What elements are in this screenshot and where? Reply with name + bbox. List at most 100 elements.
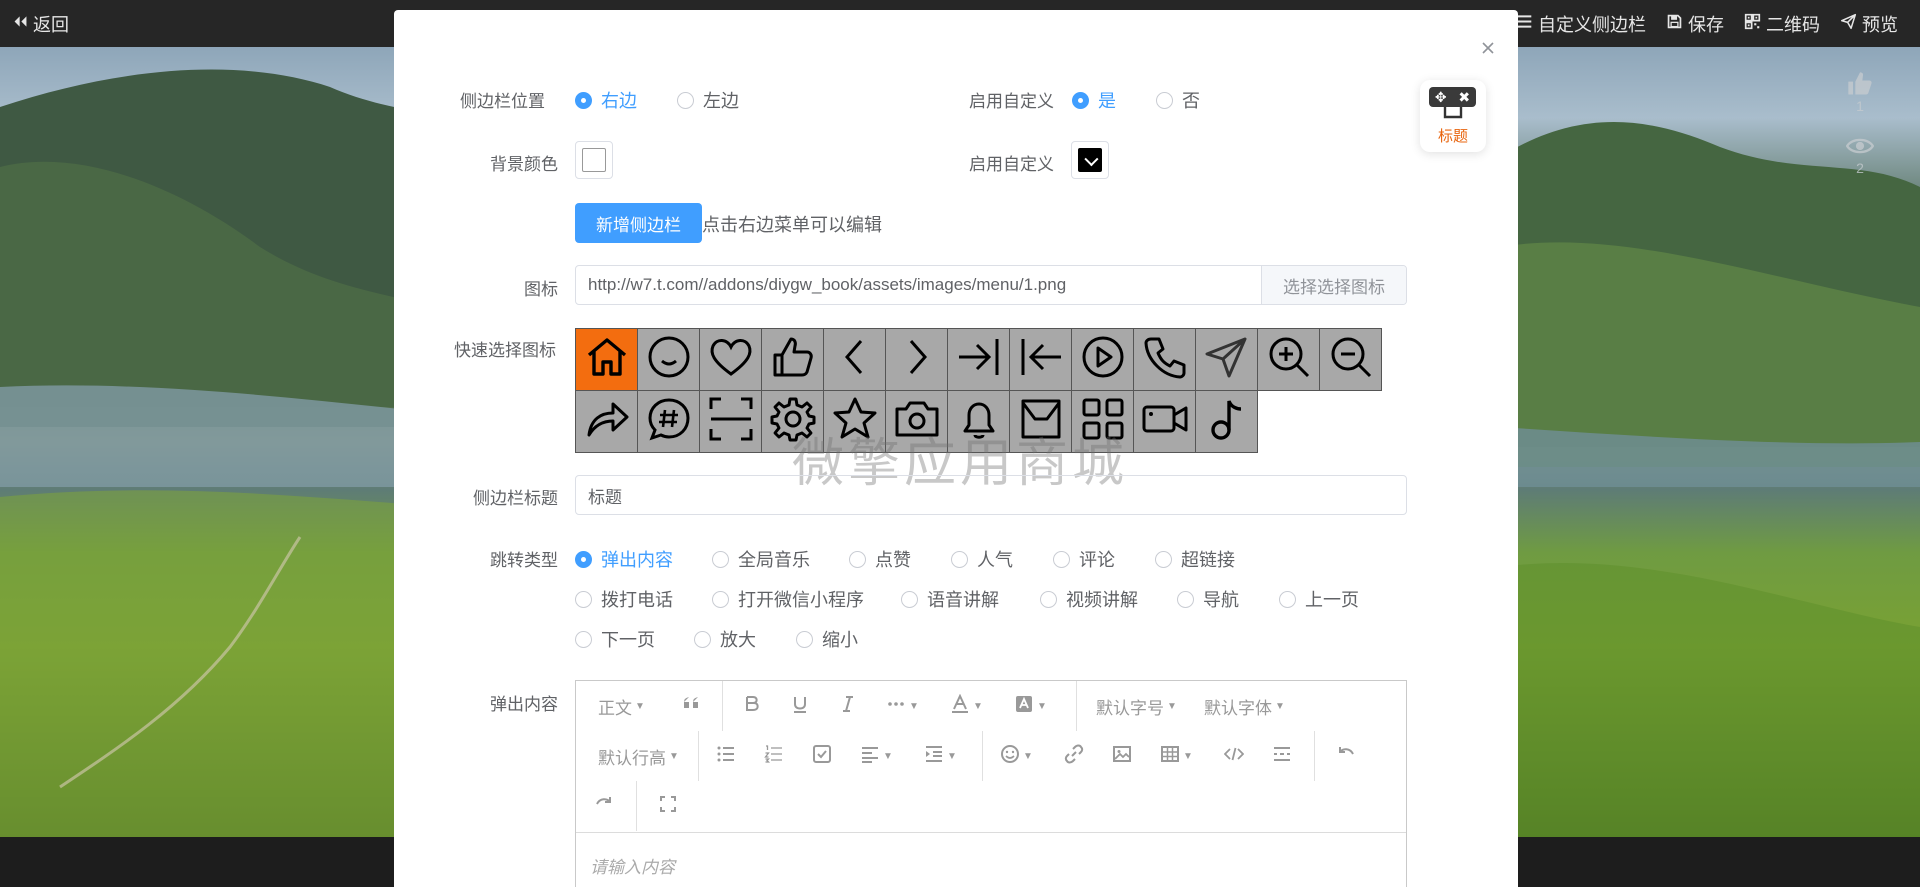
font-family-select[interactable]: 默认字体 ▼ xyxy=(1204,688,1285,724)
icon-option-share[interactable] xyxy=(575,390,638,453)
more-format-button[interactable]: ▼ xyxy=(886,688,919,724)
icon-option-topic[interactable] xyxy=(637,390,700,453)
icon-option-chevron-right[interactable] xyxy=(885,328,948,391)
enable-custom-color-label: 启用自定义 xyxy=(969,155,1054,174)
close-button[interactable] xyxy=(1478,38,1498,58)
custom-color-picker[interactable] xyxy=(1071,141,1109,179)
bold-button[interactable] xyxy=(742,688,762,724)
caret-down-icon: ▼ xyxy=(883,750,893,762)
bold-icon xyxy=(742,694,762,719)
icon-option-music[interactable] xyxy=(1195,390,1258,453)
divider-button[interactable] xyxy=(1272,738,1292,774)
radio-label: 超链接 xyxy=(1181,550,1235,570)
radio-position-right[interactable]: 右边 xyxy=(575,87,637,113)
delete-icon[interactable]: ✖ xyxy=(1458,89,1470,106)
radio-jump-prev-page[interactable]: 上一页 xyxy=(1279,586,1359,612)
sidebar-item-preview[interactable]: ✥ ✖ 标题 xyxy=(1420,80,1486,152)
italic-button[interactable] xyxy=(838,688,858,724)
icon-option-grid[interactable] xyxy=(1071,390,1134,453)
font-color-button[interactable]: ▼ xyxy=(950,688,983,724)
icon-option-send[interactable] xyxy=(1195,328,1258,391)
icon-option-camera[interactable] xyxy=(885,390,948,453)
radio-jump-call[interactable]: 拨打电话 xyxy=(575,586,673,612)
icon-option-inbox[interactable] xyxy=(1009,390,1072,453)
back-button[interactable]: 返回 xyxy=(12,11,69,37)
blockquote-button[interactable] xyxy=(682,688,702,724)
line-height-select[interactable]: 默认行高 ▼ xyxy=(598,738,679,774)
radio-dot xyxy=(1156,91,1173,109)
thumbs-up-icon[interactable] xyxy=(1842,70,1878,98)
icon-option-video[interactable] xyxy=(1133,390,1196,453)
edit-hint: 点击右边菜单可以编辑 xyxy=(702,215,882,235)
qrcode-button[interactable]: 二维码 xyxy=(1744,11,1820,37)
todo-button[interactable] xyxy=(812,738,832,774)
list-icon xyxy=(1516,13,1533,35)
editor-placeholder[interactable]: 请输入内容 xyxy=(590,853,675,878)
preview-button[interactable]: 预览 xyxy=(1840,11,1898,37)
link-icon xyxy=(1064,744,1084,769)
radio-jump-video-guide[interactable]: 视频讲解 xyxy=(1040,586,1138,612)
font-size-select[interactable]: 默认字号 ▼ xyxy=(1096,688,1177,724)
move-icon[interactable]: ✥ xyxy=(1435,89,1447,106)
icon-option-smile[interactable] xyxy=(637,328,700,391)
radio-enable-no[interactable]: 否 xyxy=(1156,87,1200,113)
radio-enable-yes[interactable]: 是 xyxy=(1072,87,1116,113)
bg-color-picker[interactable] xyxy=(575,141,613,179)
align-button[interactable]: ▼ xyxy=(860,738,893,774)
save-button[interactable]: 保存 xyxy=(1666,11,1724,37)
icon-option-thumbs-up[interactable] xyxy=(761,328,824,391)
icon-option-star[interactable] xyxy=(823,390,886,453)
top-actions: 自定义侧边栏 保存 二维码 预览 xyxy=(1516,11,1898,37)
icon-option-zoom-out[interactable] xyxy=(1319,328,1382,391)
custom-sidebar-button[interactable]: 自定义侧边栏 xyxy=(1516,11,1646,37)
code-button[interactable] xyxy=(1223,738,1245,774)
numbered-list-button[interactable] xyxy=(764,738,784,774)
radio-jump-like[interactable]: 点赞 xyxy=(849,546,911,572)
radio-position-left[interactable]: 左边 xyxy=(677,87,739,113)
link-button[interactable] xyxy=(1064,738,1084,774)
underline-button[interactable] xyxy=(790,688,810,724)
smile-icon xyxy=(643,331,695,388)
icon-option-heart[interactable] xyxy=(699,328,762,391)
fullscreen-button[interactable] xyxy=(658,788,678,824)
radio-jump-hyperlink[interactable]: 超链接 xyxy=(1155,546,1235,572)
add-sidebar-button[interactable]: 新增侧边栏 xyxy=(575,203,702,243)
undo-button[interactable] xyxy=(1336,738,1356,774)
icon-option-bell[interactable] xyxy=(947,390,1010,453)
radio-jump-comment[interactable]: 评论 xyxy=(1053,546,1115,572)
image-button[interactable] xyxy=(1112,738,1132,774)
icon-option-arrow-left-bar[interactable] xyxy=(1009,328,1072,391)
radio-dot xyxy=(575,630,592,648)
radio-dot xyxy=(951,550,968,568)
radio-jump-voice-guide[interactable]: 语音讲解 xyxy=(901,586,999,612)
radio-jump-global-music[interactable]: 全局音乐 xyxy=(712,546,810,572)
indent-button[interactable]: ▼ xyxy=(924,738,957,774)
table-button[interactable]: ▼ xyxy=(1160,738,1193,774)
radio-jump-popularity[interactable]: 人气 xyxy=(951,546,1013,572)
icon-option-phone[interactable] xyxy=(1133,328,1196,391)
icon-option-scan[interactable] xyxy=(699,390,762,453)
icon-option-zoom-in[interactable] xyxy=(1257,328,1320,391)
radio-jump-zoom-in[interactable]: 放大 xyxy=(694,626,756,652)
indent-icon xyxy=(924,744,944,769)
icon-url-input[interactable]: http://w7.t.com//addons/diygw_book/asset… xyxy=(576,266,1261,304)
bulleted-list-button[interactable] xyxy=(716,738,736,774)
icon-option-settings[interactable] xyxy=(761,390,824,453)
icon-option-chevron-left[interactable] xyxy=(823,328,886,391)
icon-option-play[interactable] xyxy=(1071,328,1134,391)
sidebar-title-input[interactable]: 标题 xyxy=(575,475,1407,515)
paragraph-select[interactable]: 正文 ▼ xyxy=(598,688,645,724)
radio-jump-next-page[interactable]: 下一页 xyxy=(575,626,655,652)
radio-jump-navigation[interactable]: 导航 xyxy=(1177,586,1239,612)
choose-icon-button[interactable]: 选择选择图标 xyxy=(1261,266,1406,304)
icon-option-home[interactable] xyxy=(575,328,638,391)
radio-jump-mini-program[interactable]: 打开微信小程序 xyxy=(712,586,864,612)
radio-label: 缩小 xyxy=(822,630,858,650)
bg-color-button[interactable]: ▼ xyxy=(1014,688,1047,724)
radio-jump-popup[interactable]: 弹出内容 xyxy=(575,546,673,572)
radio-jump-zoom-out[interactable]: 缩小 xyxy=(796,626,858,652)
emoji-button[interactable]: ▼ xyxy=(1000,738,1033,774)
eye-icon[interactable] xyxy=(1842,132,1878,160)
redo-button[interactable] xyxy=(594,788,614,824)
icon-option-arrow-right-bar[interactable] xyxy=(947,328,1010,391)
